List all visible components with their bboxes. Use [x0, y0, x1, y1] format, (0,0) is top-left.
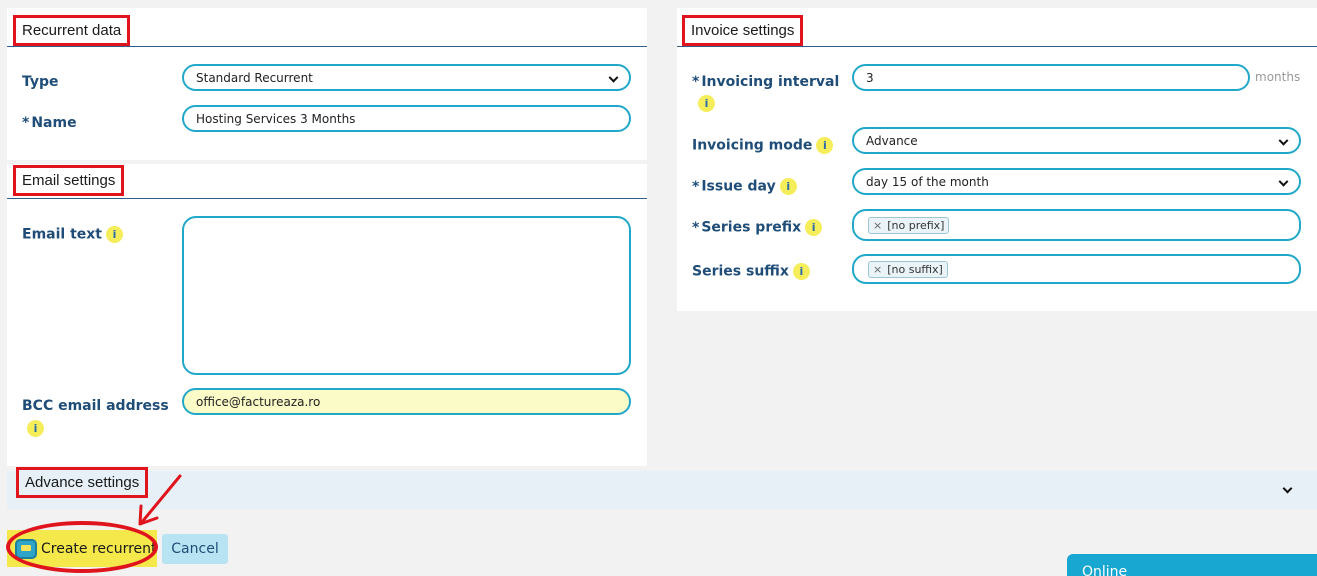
info-icon[interactable]: i: [698, 95, 715, 112]
invoicing-interval-value: 3: [866, 70, 874, 85]
series-suffix-input[interactable]: × [no suffix]: [852, 254, 1301, 284]
issue-day-label-text: Issue day: [701, 178, 776, 195]
name-label: * Name: [22, 115, 77, 131]
bcc-email-value: office@factureaza.ro: [196, 394, 321, 409]
remove-icon[interactable]: ×: [873, 219, 882, 232]
invoicing-interval-label-text: Invoicing interval: [701, 74, 840, 90]
recurrent-data-divider: [7, 46, 647, 47]
create-recurrent-label: Create recurrent: [41, 540, 157, 557]
advance-settings-toggle[interactable]: [7, 471, 1317, 509]
name-input[interactable]: Hosting Services 3 Months: [182, 105, 631, 132]
info-icon[interactable]: i: [105, 226, 123, 243]
email-settings-title: Email settings: [13, 165, 125, 196]
email-text-label-text: Email text: [22, 226, 102, 243]
chevron-down-icon: [608, 72, 619, 83]
invoicing-mode-value: Advance: [866, 133, 918, 148]
suffix-tag[interactable]: × [no suffix]: [868, 260, 948, 278]
prefix-tag[interactable]: × [no prefix]: [868, 216, 950, 234]
invoice-settings-title: Invoice settings: [682, 15, 804, 46]
email-settings-divider: [7, 198, 647, 199]
bcc-email-input[interactable]: office@factureaza.ro: [182, 388, 631, 415]
bcc-email-label: BCC email address: [22, 398, 169, 414]
invoicing-mode-label: Invoicing mode i: [692, 137, 834, 154]
arrow-shaft: [140, 474, 182, 524]
invoicing-mode-select[interactable]: Advance: [852, 127, 1301, 154]
create-recurrent-button[interactable]: Create recurrent: [7, 530, 157, 567]
required-marker: *: [692, 74, 700, 90]
name-label-text: Name: [31, 115, 77, 131]
invoicing-interval-input[interactable]: 3: [852, 64, 1250, 91]
suffix-tag-label: [no suffix]: [887, 262, 943, 276]
type-label: Type: [22, 74, 59, 90]
email-text-label: Email text i: [22, 226, 123, 243]
email-text-area[interactable]: [182, 216, 631, 375]
series-suffix-label-text: Series suffix: [692, 263, 789, 280]
info-icon[interactable]: i: [805, 219, 823, 236]
required-marker: *: [692, 219, 700, 236]
series-suffix-label: Series suffix i: [692, 263, 810, 280]
chevron-down-icon: [1278, 135, 1289, 146]
info-icon[interactable]: i: [816, 137, 834, 154]
chevron-down-icon[interactable]: [1282, 483, 1293, 494]
prefix-tag-label: [no prefix]: [887, 218, 945, 232]
invoice-settings-divider: [677, 46, 1317, 47]
invoicing-interval-label: * Invoicing interval: [692, 74, 839, 90]
issue-day-select[interactable]: day 15 of the month: [852, 168, 1301, 195]
calendar-icon: [15, 538, 37, 559]
invoicing-mode-label-text: Invoicing mode: [692, 137, 813, 154]
chevron-down-icon: [1278, 176, 1289, 187]
remove-icon[interactable]: ×: [873, 263, 882, 276]
type-select[interactable]: Standard Recurrent: [182, 64, 631, 91]
info-icon[interactable]: i: [792, 263, 810, 280]
cancel-button[interactable]: Cancel: [162, 534, 228, 564]
series-prefix-label-text: Series prefix: [701, 219, 802, 236]
info-icon[interactable]: i: [27, 420, 44, 437]
type-select-value: Standard Recurrent: [196, 70, 313, 85]
issue-day-value: day 15 of the month: [866, 174, 989, 189]
issue-day-label: * Issue day i: [692, 178, 797, 195]
required-marker: *: [22, 115, 30, 131]
interval-unit-label: months: [1255, 70, 1301, 84]
series-prefix-input[interactable]: × [no prefix]: [852, 209, 1301, 241]
annotation-arrow: [138, 474, 182, 526]
online-chat-widget[interactable]: Online: [1067, 554, 1317, 576]
name-input-value: Hosting Services 3 Months: [196, 111, 356, 126]
recurrent-data-title: Recurrent data: [13, 15, 131, 46]
series-prefix-label: * Series prefix i: [692, 219, 823, 236]
required-marker: *: [692, 178, 700, 195]
info-icon[interactable]: i: [779, 178, 797, 195]
advance-settings-title[interactable]: Advance settings: [16, 467, 149, 498]
